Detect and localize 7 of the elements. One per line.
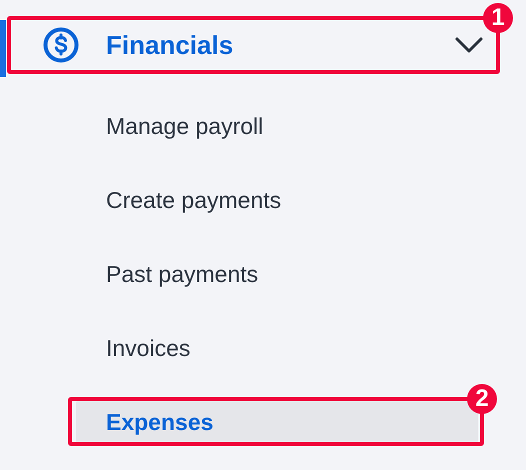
submenu-item[interactable]: Create payments <box>76 178 478 222</box>
submenu-item[interactable]: Past payments <box>76 252 478 296</box>
submenu-item[interactable]: Invoices <box>76 326 478 370</box>
annotation-badge: 1 <box>483 3 513 33</box>
annotation-badge: 2 <box>467 384 497 414</box>
submenu-item[interactable]: Manage payroll <box>76 104 478 148</box>
dollar-icon <box>43 27 79 63</box>
